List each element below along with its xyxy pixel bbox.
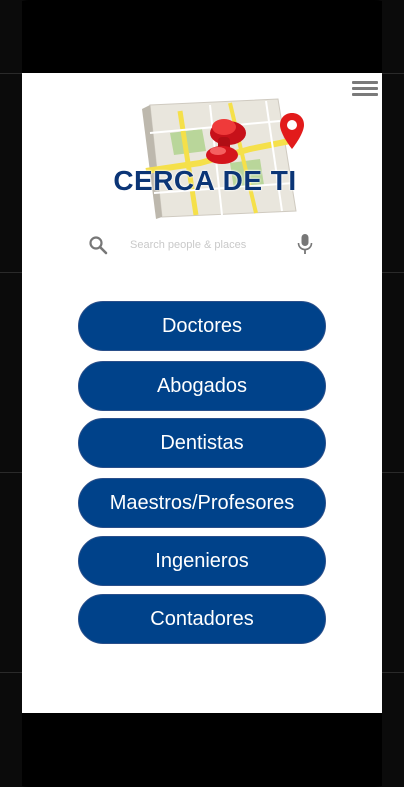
phone-side-right (382, 0, 404, 787)
frame-seam (382, 672, 404, 673)
search-input[interactable] (128, 233, 282, 257)
frame-seam (0, 672, 22, 673)
frame-seam (0, 272, 22, 273)
app-title: CERCA DE TI (113, 165, 297, 196)
category-button-ingenieros[interactable]: Ingenieros (78, 536, 326, 586)
search-icon[interactable] (88, 235, 108, 255)
map-pin-icon (280, 113, 304, 149)
microphone-icon[interactable] (296, 233, 314, 255)
map-illustration (142, 98, 297, 219)
search-bar (80, 229, 324, 259)
category-button-abogados[interactable]: Abogados (78, 361, 326, 411)
frame-seam (382, 73, 404, 74)
frame-seam (382, 472, 404, 473)
frame-seam (0, 73, 22, 74)
phone-frame: CERCA DE TI Doctores Abogados Dentistas … (0, 0, 404, 787)
category-button-dentistas[interactable]: Dentistas (78, 418, 326, 468)
category-button-contadores[interactable]: Contadores (78, 594, 326, 644)
category-button-maestros-profesores[interactable]: Maestros/Profesores (78, 478, 326, 528)
category-button-doctores[interactable]: Doctores (78, 301, 326, 351)
frame-seam (0, 472, 22, 473)
app-screen: CERCA DE TI Doctores Abogados Dentistas … (22, 73, 382, 713)
frame-seam (382, 272, 404, 273)
hamburger-menu-icon[interactable] (352, 79, 378, 99)
phone-side-left (0, 0, 22, 787)
app-logo: CERCA DE TI (110, 93, 304, 221)
